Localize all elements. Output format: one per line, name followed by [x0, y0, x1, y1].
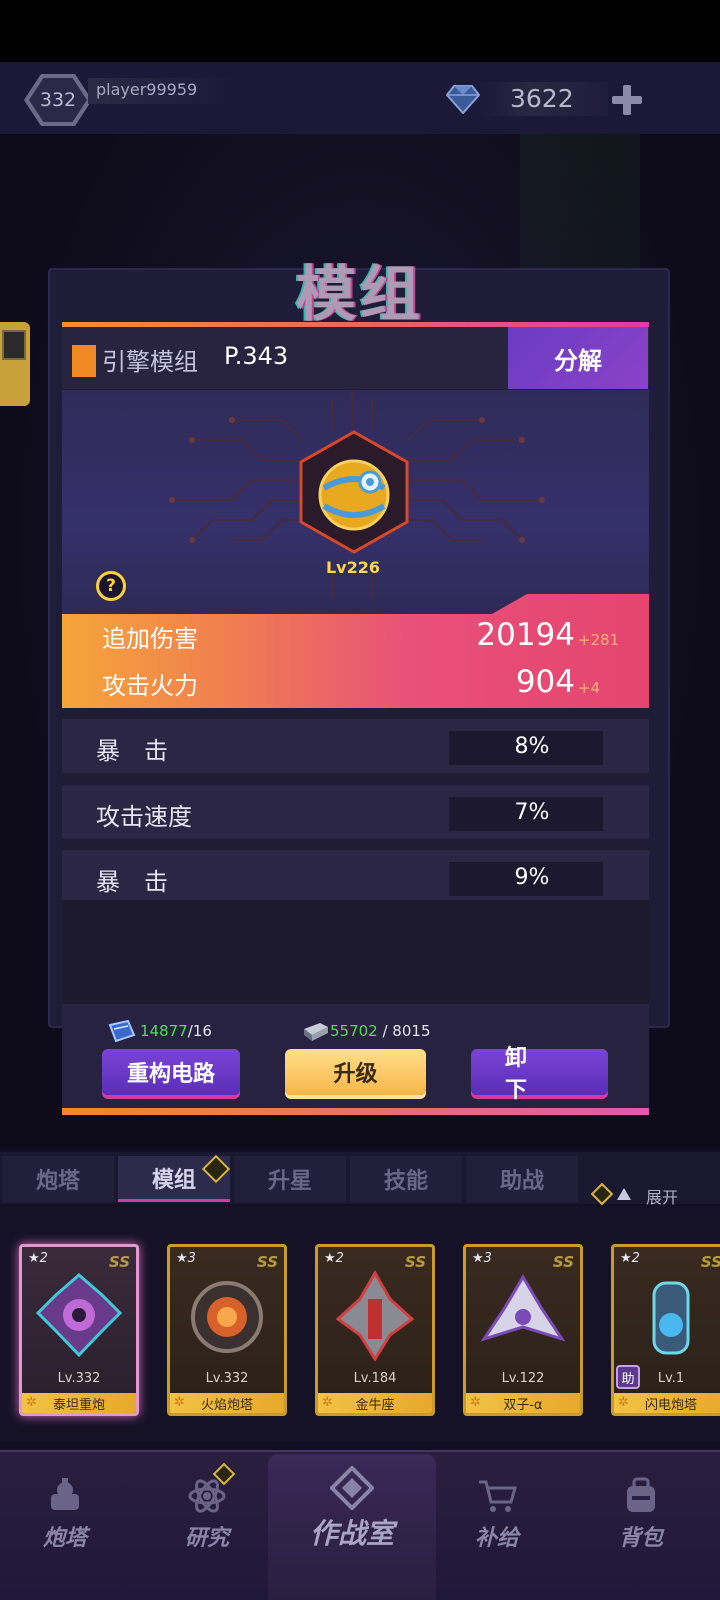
- backpack-icon: [627, 1477, 655, 1512]
- card-level: Lv.184: [353, 1371, 397, 1386]
- card-name: 火焰炮塔: [200, 1398, 253, 1413]
- card-stars: ★2: [28, 1251, 48, 1266]
- screen-title: 模组: [296, 260, 424, 330]
- tab-turret[interactable]: 炮塔: [2, 1156, 114, 1202]
- status-bar: [0, 0, 720, 62]
- turret-card[interactable]: ★2 SS Lv.332 ✲ 泰坦重炮: [19, 1244, 139, 1416]
- dialog-bottom-accent: [62, 1108, 649, 1115]
- card-name: 金牛座: [355, 1398, 395, 1413]
- stat-label: 攻击火力: [102, 672, 198, 700]
- sub-stat-label: 攻击速度: [96, 803, 192, 831]
- lightning-turret-icon: [652, 1281, 690, 1355]
- expand-arrow-icon: [617, 1188, 631, 1200]
- stat-value: 904: [515, 664, 575, 700]
- gem-count: 3622: [510, 84, 574, 113]
- circuit-lines-decoration: [169, 390, 545, 600]
- module-type-name: 引擎模组: [102, 348, 198, 376]
- turret-nav-icon: [51, 1478, 79, 1510]
- unequip-button[interactable]: 卸下: [471, 1046, 608, 1103]
- nav-turret[interactable]: 炮塔: [10, 1466, 120, 1576]
- player-name: player99959: [96, 80, 198, 99]
- stat-value: 20194: [476, 617, 575, 653]
- module-circuit-display: [62, 390, 649, 616]
- card-level: Lv.332: [57, 1371, 101, 1386]
- module-power: P.343: [224, 342, 289, 370]
- tab-star-up[interactable]: 升星: [234, 1156, 346, 1202]
- card-name: 泰坦重炮: [52, 1398, 105, 1413]
- turret-card[interactable]: ★2 SS Lv.184 ✲ 金牛座: [315, 1244, 435, 1416]
- tab-skill[interactable]: 技能: [350, 1156, 462, 1202]
- nav-label: 补给: [474, 1526, 519, 1551]
- nav-backpack[interactable]: 背包: [586, 1466, 696, 1576]
- nav-supply[interactable]: 补给: [442, 1466, 552, 1576]
- shopping-cart-icon: [479, 1480, 517, 1512]
- nav-label: 研究: [184, 1526, 229, 1551]
- card-level: Lv.1: [657, 1371, 685, 1386]
- module-level: Lv226: [325, 558, 381, 577]
- metal-cost: 55702 / 8015: [330, 1022, 431, 1040]
- nav-label: 作战室: [309, 1517, 394, 1550]
- nav-label: 炮塔: [42, 1526, 87, 1551]
- stat-increase: +281: [578, 631, 620, 649]
- stat-increase: +4: [578, 679, 601, 697]
- taurus-turret-icon: [335, 1269, 415, 1362]
- gem-icon: [446, 85, 480, 114]
- circuit-book-icon: [108, 1019, 136, 1043]
- card-name: 双子-α: [503, 1398, 543, 1413]
- stat-label: 追加伤害: [102, 625, 198, 653]
- turret-card[interactable]: ★2 SS 助 Lv.1 ✲ 闪电炮塔: [611, 1244, 720, 1416]
- sub-stat-value: 7%: [514, 800, 550, 825]
- sub-stat-value: 8%: [514, 734, 550, 759]
- help-question-icon[interactable]: ?: [96, 571, 126, 601]
- expand-label: 展开: [646, 1188, 679, 1207]
- add-gems-plus-icon[interactable]: [612, 85, 642, 115]
- turret-card[interactable]: ★3 SS Lv.332 ✲ 火焰炮塔: [167, 1244, 287, 1416]
- rarity-marker: [72, 345, 96, 377]
- tab-support[interactable]: 助战: [466, 1156, 578, 1202]
- turret-card[interactable]: ★3 SS Lv.122 ✲ 双子-α: [463, 1244, 583, 1416]
- card-level: Lv.332: [205, 1371, 249, 1386]
- upgrade-button[interactable]: 升级: [285, 1049, 426, 1095]
- card-stars: ★3: [176, 1251, 196, 1266]
- empty-stat-area: [62, 900, 649, 1004]
- sub-stat-value: 9%: [514, 865, 550, 890]
- rebuild-circuit-button[interactable]: 重构电路: [102, 1049, 240, 1095]
- card-level: Lv.122: [501, 1371, 545, 1386]
- titan-cannon-icon: [35, 1273, 123, 1358]
- nav-label: 背包: [618, 1526, 663, 1551]
- gemini-turret-icon: [480, 1274, 566, 1342]
- card-stars: ★3: [472, 1251, 492, 1266]
- card-name: 闪电炮塔: [644, 1398, 697, 1413]
- decompose-button[interactable]: 分解: [508, 327, 648, 389]
- metal-ingot-icon: [304, 1023, 328, 1041]
- card-stars: ★2: [620, 1251, 640, 1266]
- sub-stat-label: 暴 击: [96, 737, 168, 765]
- nav-research[interactable]: 研究: [152, 1462, 262, 1576]
- battle-room-icon: [330, 1466, 374, 1510]
- side-card-icon[interactable]: [0, 322, 30, 406]
- sub-stat-label: 暴 击: [96, 868, 168, 896]
- flame-turret-icon: [191, 1281, 263, 1353]
- card-stars: ★2: [324, 1251, 344, 1266]
- book-cost: 14877/16: [140, 1022, 212, 1040]
